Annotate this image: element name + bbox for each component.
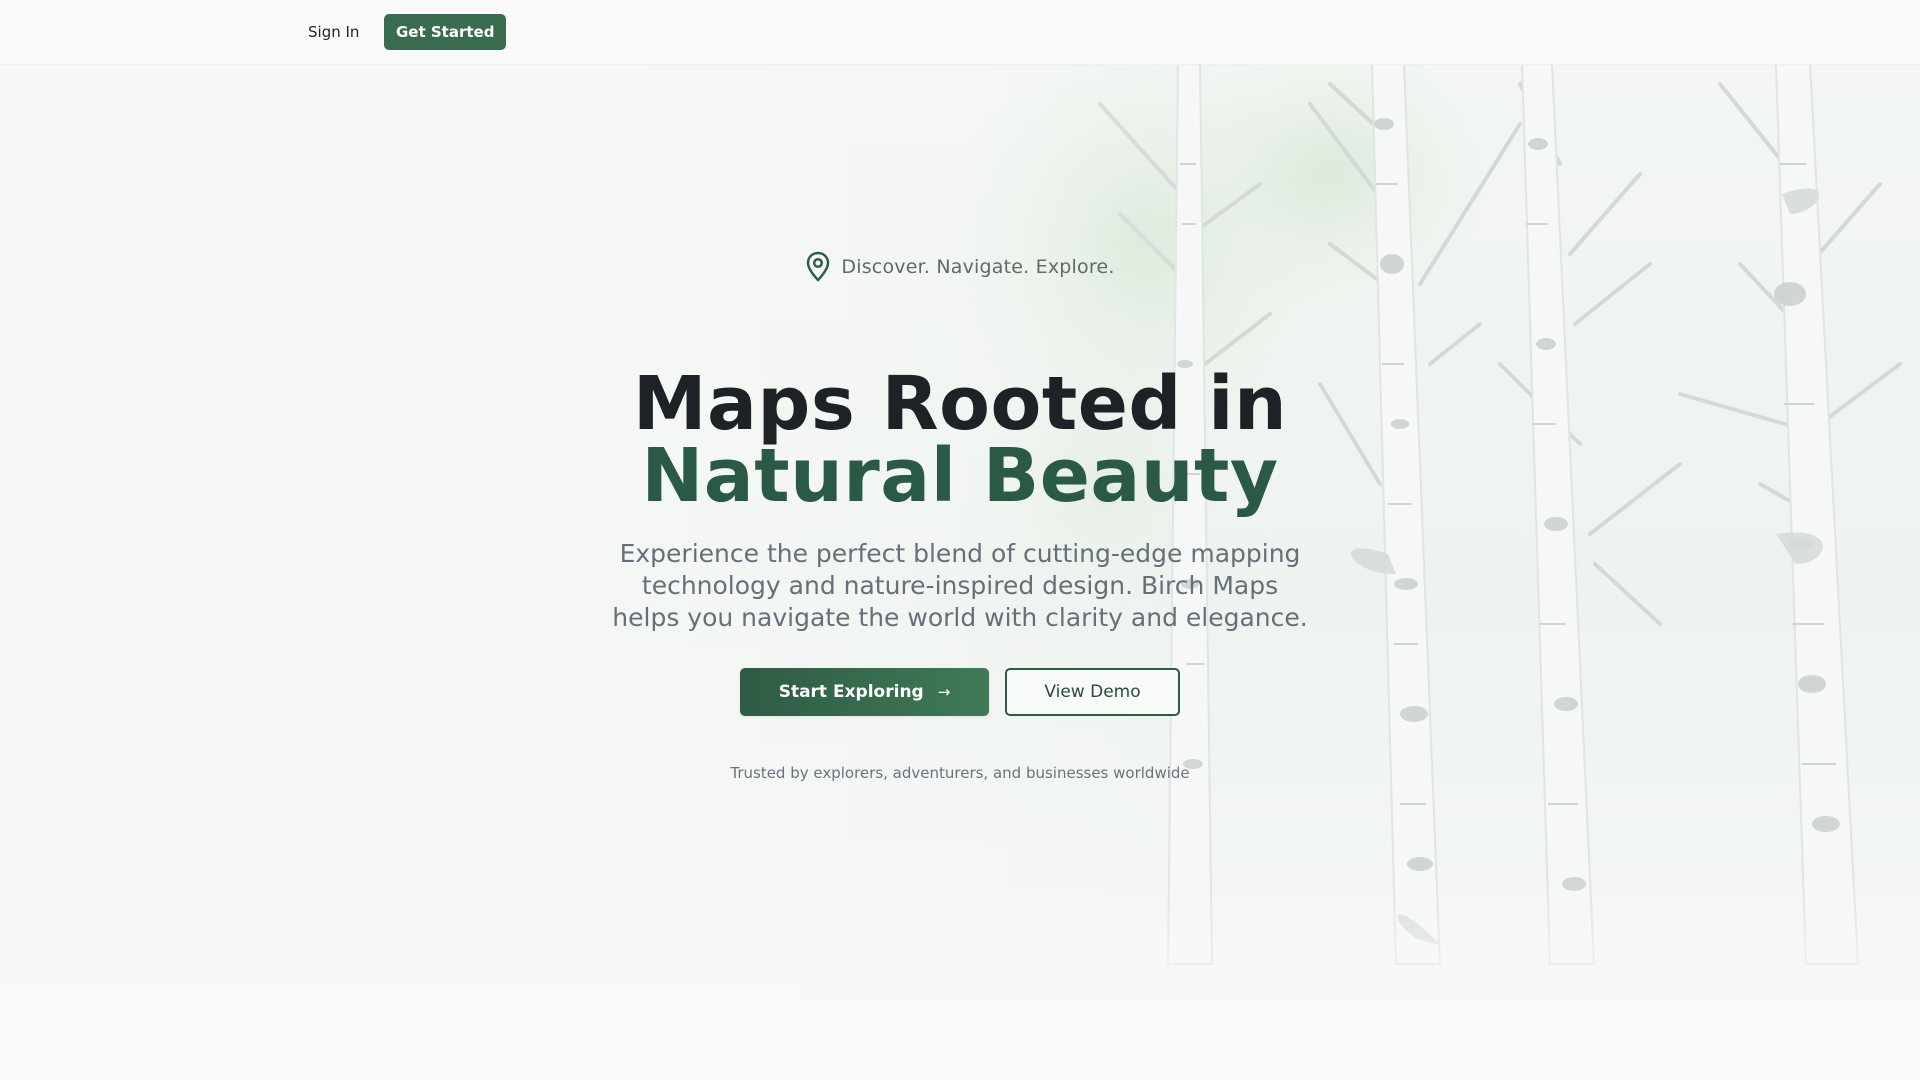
hero-title-line1: Maps Rooted in xyxy=(632,361,1288,447)
hero-description: Experience the perfect blend of cutting-… xyxy=(612,539,1308,632)
hero-tagline-row: Discover. Navigate. Explore. xyxy=(560,250,1360,284)
view-demo-button[interactable]: View Demo xyxy=(1005,668,1180,716)
get-started-button[interactable]: Get Started xyxy=(384,14,507,50)
hero-bottom-fade xyxy=(0,880,1920,1030)
trusted-by-text: Trusted by explorers, adventurers, and b… xyxy=(730,764,1190,782)
top-nav-bar: Sign In Get Started xyxy=(0,0,1920,65)
start-exploring-button[interactable]: Start Exploring → xyxy=(740,668,989,716)
view-demo-label: View Demo xyxy=(1044,682,1141,702)
hero-tagline: Discover. Navigate. Explore. xyxy=(841,256,1115,278)
start-exploring-label: Start Exploring xyxy=(778,682,924,702)
hero-title-line2: Natural Beauty xyxy=(641,433,1279,519)
sign-in-link[interactable]: Sign In xyxy=(300,14,367,50)
arrow-right-icon: → xyxy=(937,683,951,701)
map-pin-icon xyxy=(805,251,831,283)
